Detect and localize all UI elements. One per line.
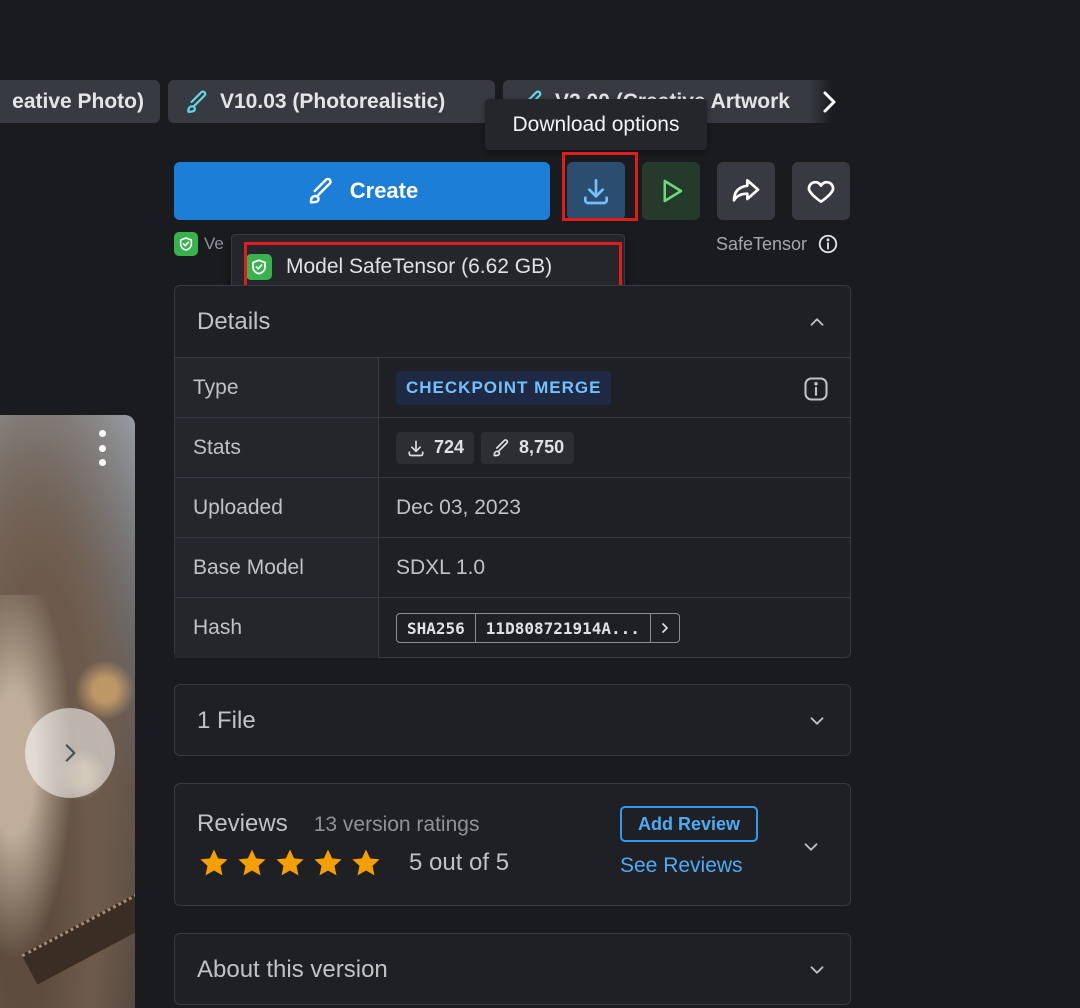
- add-review-button[interactable]: Add Review: [620, 806, 758, 842]
- base-model-value: SDXL 1.0: [396, 555, 486, 579]
- download-options-tooltip: Download options: [485, 99, 707, 150]
- star-icon: [238, 849, 266, 876]
- safetensor-label: SafeTensor: [716, 233, 808, 254]
- reviews-card: Reviews 13 version ratings 5 out of 5 Ad…: [174, 783, 851, 906]
- version-tab-label: eative Photo): [12, 89, 144, 113]
- download-icon: [584, 179, 608, 205]
- share-button[interactable]: [717, 162, 775, 220]
- scroll-right-button[interactable]: [810, 80, 848, 123]
- chevron-down-icon: [810, 965, 824, 974]
- about-version-card[interactable]: About this version: [174, 933, 851, 1005]
- version-tab-photorealistic[interactable]: V10.03 (Photorealistic): [168, 80, 495, 123]
- download-count-badge: 724: [396, 431, 475, 464]
- verified-shield-icon: [174, 232, 198, 256]
- version-tab-label: V10.03 (Photorealistic): [220, 89, 446, 113]
- see-reviews-link[interactable]: See Reviews: [620, 854, 743, 878]
- download-icon: [408, 440, 424, 456]
- chevron-right-icon: [823, 91, 836, 112]
- info-icon[interactable]: [817, 233, 839, 255]
- hash-box: SHA256 11D808721914A...: [396, 613, 680, 643]
- safetensor-info: SafeTensor: [716, 232, 839, 256]
- image-options-menu-icon[interactable]: [96, 430, 108, 466]
- heart-icon: [807, 180, 835, 203]
- create-button[interactable]: Create: [174, 162, 550, 220]
- reviews-count: 13 version ratings: [313, 813, 480, 836]
- star-icon: [276, 849, 304, 876]
- chevron-down-icon[interactable]: [800, 836, 822, 858]
- version-tabs: eative Photo) V10.03 (Photorealistic) V2…: [0, 80, 848, 124]
- brush-icon: [187, 90, 207, 113]
- verified-label: Ve: [204, 234, 224, 253]
- play-icon: [663, 179, 683, 203]
- brush-icon: [309, 177, 332, 204]
- details-row-label: Stats: [175, 418, 379, 477]
- hash-algorithm[interactable]: SHA256: [397, 614, 475, 642]
- chevron-right-icon: [65, 744, 76, 762]
- generation-count-badge: 8,750: [481, 431, 575, 464]
- generation-count: 8,750: [519, 437, 565, 457]
- details-row-base-model: Base Model SDXL 1.0: [175, 538, 850, 598]
- rating-text: 5 out of 5: [409, 849, 510, 876]
- model-type-badge: CHECKPOINT MERGE: [396, 370, 612, 405]
- details-row-type: Type CHECKPOINT MERGE: [175, 358, 850, 418]
- download-button[interactable]: [567, 162, 625, 220]
- star-icon: [352, 849, 380, 876]
- details-row-uploaded: Uploaded Dec 03, 2023: [175, 478, 850, 538]
- play-button[interactable]: [642, 162, 700, 220]
- brush-icon: [493, 438, 509, 456]
- verified-row: Ve: [174, 232, 224, 256]
- about-version-header[interactable]: About this version: [175, 934, 850, 1005]
- star-icon: [314, 849, 342, 876]
- details-table: Type CHECKPOINT MERGE Stats 724 8,750 Up…: [175, 357, 850, 658]
- favorite-button[interactable]: [792, 162, 850, 220]
- details-row-hash: Hash SHA256 11D808721914A...: [175, 598, 850, 658]
- details-row-label: Hash: [175, 598, 379, 658]
- create-button-label: Create: [349, 178, 419, 203]
- files-header[interactable]: 1 File: [175, 685, 850, 756]
- star-icon: [200, 849, 228, 876]
- chevron-up-icon: [810, 317, 824, 326]
- chevron-down-icon: [810, 716, 824, 725]
- download-menu-item-safetensor[interactable]: Model SafeTensor (6.62 GB): [246, 247, 610, 287]
- info-icon[interactable]: [802, 375, 830, 403]
- details-row-label: Type: [175, 358, 379, 417]
- details-row-stats: Stats 724 8,750: [175, 418, 850, 478]
- download-count: 724: [434, 437, 465, 457]
- shield-check-icon: [246, 254, 272, 280]
- uploaded-date: Dec 03, 2023: [396, 495, 521, 519]
- version-tab-creative-photo[interactable]: eative Photo): [0, 80, 160, 123]
- hash-value[interactable]: 11D808721914A...: [474, 614, 650, 642]
- star-rating: 5 out of 5: [197, 846, 509, 880]
- details-row-label: Uploaded: [175, 478, 379, 537]
- details-title: Details: [197, 307, 271, 335]
- carousel-next-button[interactable]: [25, 708, 115, 798]
- reviews-summary: Reviews 13 version ratings 5 out of 5: [197, 810, 509, 880]
- share-icon: [732, 179, 760, 202]
- files-card[interactable]: 1 File: [174, 684, 851, 756]
- hash-next-button[interactable]: [649, 614, 679, 642]
- download-menu-item-label: Model SafeTensor (6.62 GB): [286, 255, 553, 278]
- details-card: Details Type CHECKPOINT MERGE Stats 724 …: [174, 285, 851, 658]
- files-title: 1 File: [197, 706, 256, 734]
- chevron-right-icon: [662, 623, 668, 633]
- about-version-title: About this version: [197, 955, 388, 983]
- details-header[interactable]: Details: [175, 286, 850, 357]
- reviews-title: Reviews: [197, 810, 288, 837]
- details-row-label: Base Model: [175, 538, 379, 597]
